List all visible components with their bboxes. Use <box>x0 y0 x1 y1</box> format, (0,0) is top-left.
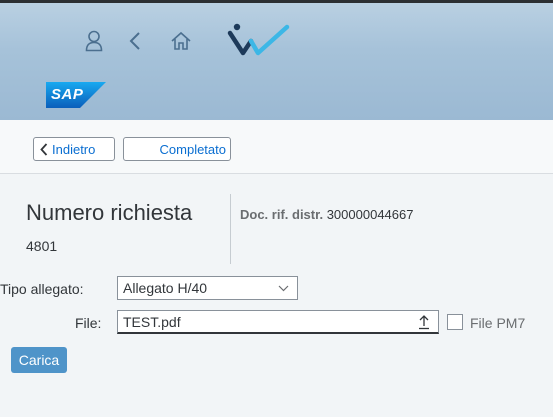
attachment-type-label: Tipo allegato: <box>0 281 84 297</box>
upload-icon[interactable] <box>418 314 430 330</box>
file-input[interactable]: TEST.pdf <box>117 310 439 334</box>
page-title: Numero richiesta <box>26 200 193 225</box>
doc-ref: Doc. rif. distr. 300000044667 <box>240 207 413 222</box>
home-icon[interactable] <box>169 30 193 52</box>
back-icon[interactable] <box>124 30 146 52</box>
chevron-left-icon <box>40 142 48 156</box>
request-number: 4801 <box>26 238 58 254</box>
attachment-type-value: Allegato H/40 <box>123 280 208 296</box>
file-label: File: <box>75 315 102 331</box>
header-divider <box>230 194 231 264</box>
back-button[interactable]: Indietro <box>33 137 115 161</box>
attachment-type-select[interactable]: Allegato H/40 <box>117 276 298 300</box>
upload-button-label: Carica <box>18 352 60 368</box>
user-icon[interactable] <box>83 29 105 53</box>
file-pm7-label: File PM7 <box>470 315 526 331</box>
chevron-down-icon[interactable] <box>278 285 289 292</box>
doc-ref-label: Doc. rif. distr. <box>240 207 324 222</box>
file-name-value: TEST.pdf <box>123 313 181 330</box>
back-button-label: Indietro <box>52 141 96 157</box>
done-button[interactable]: Completato <box>123 137 231 161</box>
done-button-label: Completato <box>159 141 226 157</box>
sap-logo: SAP <box>46 82 106 108</box>
doc-ref-value: 300000044667 <box>326 207 414 222</box>
object-header: Numero richiesta 4801 Doc. rif. distr. 3… <box>0 174 553 264</box>
sap-logo-text: SAP <box>51 86 84 103</box>
file-pm7-checkbox[interactable] <box>447 314 463 330</box>
shell-bar: SAP <box>0 0 553 120</box>
company-logo-icon <box>225 21 305 59</box>
upload-button[interactable]: Carica <box>11 347 67 373</box>
